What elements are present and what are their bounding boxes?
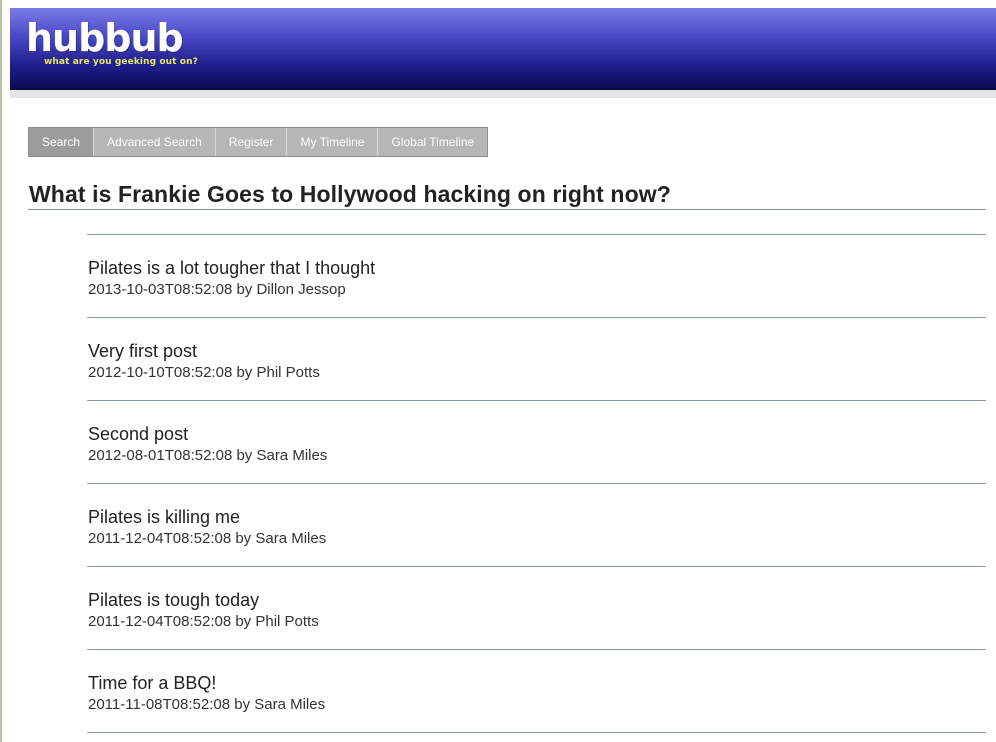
- list-item: Pilates is killing me 2011-12-04T08:52:0…: [87, 484, 986, 567]
- post-meta: 2012-08-01T08:52:08 by Sara Miles: [88, 447, 327, 464]
- post-text: Pilates is a lot tougher that I thought: [88, 258, 376, 278]
- post-by: by: [236, 281, 253, 298]
- post-author: Phil Potts: [256, 364, 320, 381]
- post-by: by: [236, 364, 253, 381]
- post-meta: 2011-12-04T08:52:08 by Sara Miles: [88, 530, 326, 547]
- post-meta: 2013-10-03T08:52:08 by Dillon Jessop: [88, 281, 346, 298]
- post-text: Very first post: [88, 341, 198, 361]
- list-item: Very first post 2012-10-10T08:52:08 by P…: [87, 318, 986, 401]
- list-item: Pilates is tough today 2011-12-04T08:52:…: [87, 567, 986, 650]
- page: hubbub what are you geeking out on? Sear…: [0, 0, 996, 742]
- post-text: Pilates is tough today: [88, 590, 260, 610]
- header-divider-band: [10, 90, 996, 98]
- post-author: Dillon Jessop: [256, 281, 346, 298]
- post-text: Time for a BBQ!: [88, 673, 217, 693]
- post-timestamp: 2012-08-01T08:52:08: [88, 447, 233, 464]
- list-item: Pilates is a lot tougher that I thought …: [87, 235, 986, 318]
- post-text: Pilates is killing me: [88, 507, 241, 527]
- tab-search[interactable]: Search: [29, 128, 95, 156]
- tab-global-timeline[interactable]: Global Timeline: [378, 128, 488, 156]
- post-feed: Pilates is a lot tougher that I thought …: [87, 234, 986, 733]
- tab-register[interactable]: Register: [215, 128, 288, 156]
- post-by: by: [234, 696, 251, 713]
- post-meta: 2011-12-04T08:52:08 by Phil Potts: [88, 613, 319, 630]
- page-title: What is Frankie Goes to Hollywood hackin…: [29, 181, 671, 207]
- post-author: Sara Miles: [255, 530, 327, 547]
- post-by: by: [235, 530, 252, 547]
- tab-advanced-search[interactable]: Advanced Search: [94, 128, 216, 156]
- site-logo[interactable]: hubbub: [26, 18, 184, 58]
- post-author: Sara Miles: [254, 696, 326, 713]
- post-by: by: [236, 447, 253, 464]
- post-text: Second post: [88, 424, 189, 444]
- tab-my-timeline[interactable]: My Timeline: [287, 128, 379, 156]
- post-timestamp: 2012-10-10T08:52:08: [88, 364, 233, 381]
- nav-tabs: Search Advanced Search Register My Timel…: [28, 127, 489, 157]
- post-timestamp: 2011-11-08T08:52:08: [88, 696, 231, 713]
- post-timestamp: 2011-12-04T08:52:08: [88, 613, 232, 630]
- list-item: Time for a BBQ! 2011-11-08T08:52:08 by S…: [87, 650, 986, 733]
- list-item: Second post 2012-08-01T08:52:08 by Sara …: [87, 401, 986, 484]
- site-header: hubbub what are you geeking out on?: [10, 8, 996, 90]
- title-underline: [28, 209, 986, 210]
- post-author: Phil Potts: [255, 613, 319, 630]
- post-timestamp: 2013-10-03T08:52:08: [88, 281, 233, 298]
- post-meta: 2012-10-10T08:52:08 by Phil Potts: [88, 364, 320, 381]
- post-by: by: [235, 613, 252, 630]
- post-meta: 2011-11-08T08:52:08 by Sara Miles: [88, 696, 325, 713]
- post-author: Sara Miles: [256, 447, 328, 464]
- site-tagline: what are you geeking out on?: [44, 57, 198, 67]
- post-timestamp: 2011-12-04T08:52:08: [88, 530, 232, 547]
